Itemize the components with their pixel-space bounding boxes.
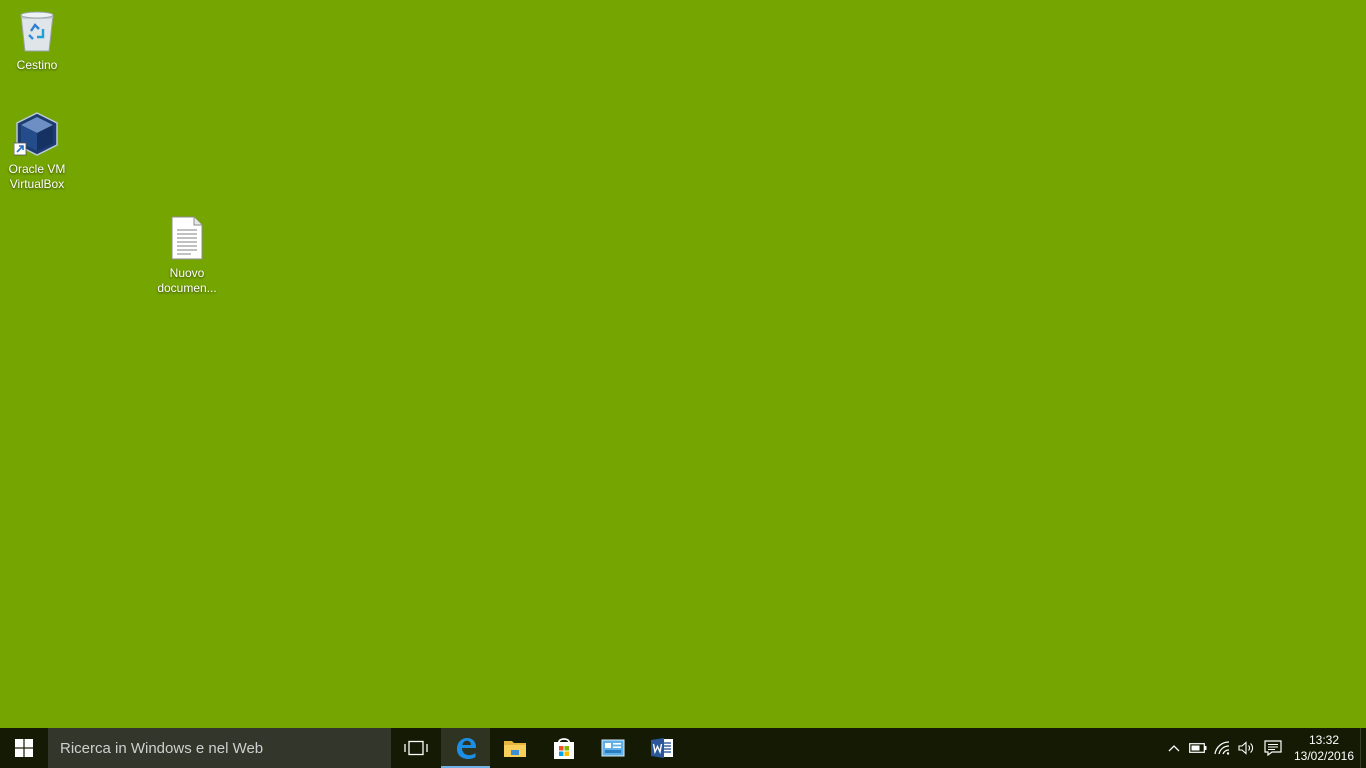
search-placeholder: Ricerca in Windows e nel Web: [60, 739, 264, 757]
taskbar-file-explorer-button[interactable]: [490, 728, 539, 768]
taskbar-store-button[interactable]: [539, 728, 588, 768]
desktop-icon-recycle-bin[interactable]: Cestino: [0, 6, 74, 73]
battery-icon[interactable]: [1186, 728, 1210, 768]
clock-time: 13:32: [1308, 733, 1340, 747]
start-button[interactable]: [0, 728, 48, 768]
desktop-icon-virtualbox[interactable]: Oracle VM VirtualBox: [0, 110, 74, 192]
show-desktop-button[interactable]: [1360, 728, 1366, 768]
system-tray: 13:32 13/02/2016: [1162, 728, 1366, 768]
chevron-up-icon[interactable]: [1162, 728, 1186, 768]
taskbar-edge-button[interactable]: [441, 728, 490, 768]
recycle-bin-icon: [13, 6, 61, 54]
desktop-icon-new-document[interactable]: Nuovo documen...: [150, 214, 224, 296]
edge-icon: [456, 738, 476, 759]
windows-logo-icon: [15, 739, 33, 757]
control-panel-icon: [601, 739, 624, 757]
taskbar-word-button[interactable]: [637, 728, 686, 768]
file-explorer-icon: [503, 741, 526, 757]
desktop-icon-label: Oracle VM VirtualBox: [8, 162, 66, 191]
task-view-button[interactable]: [391, 728, 441, 768]
desktop-icon-label: Nuovo documen...: [157, 266, 217, 295]
clock[interactable]: 13:32 13/02/2016: [1288, 728, 1360, 768]
virtualbox-icon: [13, 110, 61, 158]
text-document-icon: [163, 214, 211, 262]
search-input[interactable]: Ricerca in Windows e nel Web: [48, 728, 391, 768]
desktop-icon-label: Cestino: [16, 58, 58, 72]
task-view-icon: [404, 740, 428, 756]
desktop[interactable]: Cestino Oracle VM VirtualBox Nuovo docum…: [0, 0, 1366, 728]
taskbar-control-panel-button[interactable]: [588, 728, 637, 768]
store-icon: [553, 738, 574, 759]
action-center-icon[interactable]: [1258, 728, 1288, 768]
word-icon: [650, 738, 673, 758]
clock-date: 13/02/2016: [1293, 749, 1355, 763]
wifi-icon[interactable]: [1210, 728, 1234, 768]
taskbar: Ricerca in Windows e nel Web 13:32 13/02…: [0, 728, 1366, 768]
volume-icon[interactable]: [1234, 728, 1258, 768]
